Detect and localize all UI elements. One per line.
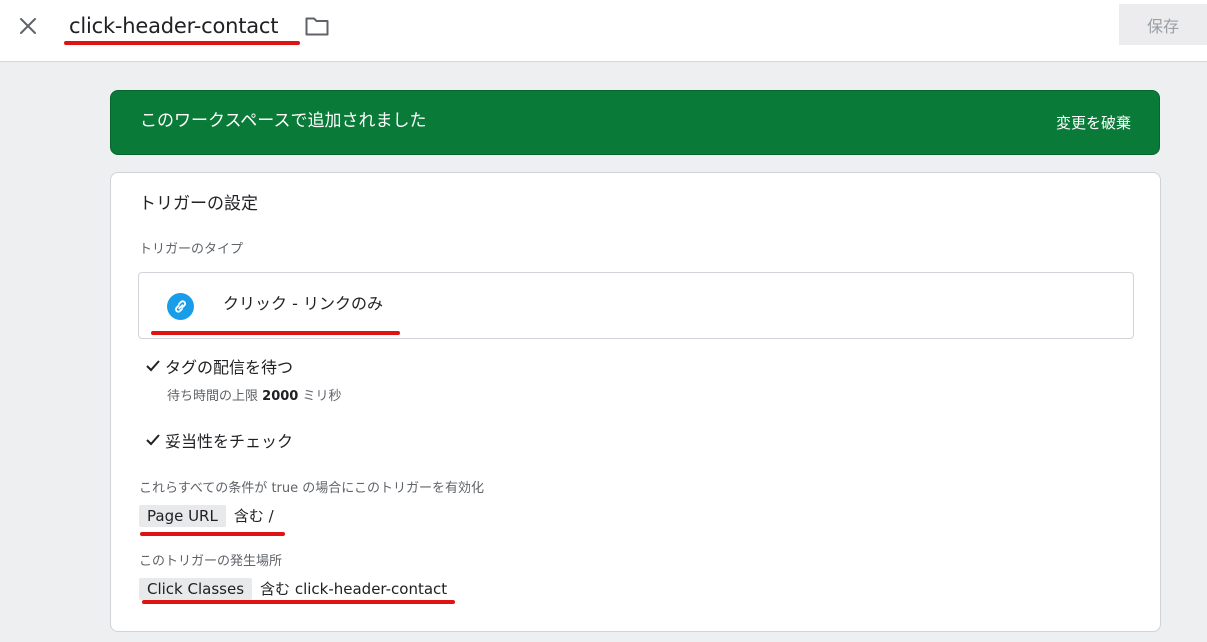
wait-time-note: 待ち時間の上限 2000 ミリ秒 xyxy=(167,388,342,406)
trigger-type-value: クリック - リンクのみ xyxy=(223,294,383,313)
fire-on-value: click-header-contact xyxy=(294,580,448,598)
trigger-config-card: トリガーの設定 トリガーのタイプ クリック - リンクのみ タグの配信を待つ 待… xyxy=(110,172,1161,632)
discard-changes-link[interactable]: 変更を破棄 xyxy=(1056,112,1131,134)
trigger-type-label: トリガーのタイプ xyxy=(139,242,244,257)
annotation-underline-fire-on xyxy=(142,600,455,604)
check-icon xyxy=(145,431,161,453)
option-label: タグの配信を待つ xyxy=(165,358,294,377)
option-label: 妥当性をチェック xyxy=(165,432,294,451)
annotation-underline-condition xyxy=(140,532,285,536)
annotation-underline-title xyxy=(64,41,300,45)
section-title: トリガーの設定 xyxy=(139,194,258,214)
trigger-name-title[interactable]: click-header-contact xyxy=(69,12,279,40)
fire-on-row: Click Classes 含む click-header-contact xyxy=(139,578,447,600)
wait-time-value: 2000 xyxy=(262,389,299,404)
annotation-underline-type xyxy=(151,331,400,335)
conditions-label: これらすべての条件が true の場合にこのトリガーを有効化 xyxy=(139,481,484,496)
trigger-type-selector[interactable]: クリック - リンクのみ xyxy=(138,272,1134,339)
folder-icon[interactable] xyxy=(304,14,330,38)
link-icon xyxy=(167,293,194,320)
option-check-validation: 妥当性をチェック xyxy=(145,431,293,453)
close-icon[interactable] xyxy=(14,12,42,40)
wait-note-prefix: 待ち時間の上限 xyxy=(167,389,259,404)
banner-message: このワークスペースで追加されました xyxy=(140,111,427,131)
check-icon xyxy=(145,357,161,379)
condition-variable-chip: Page URL xyxy=(139,505,226,527)
condition-row: Page URL 含む / xyxy=(139,505,274,527)
fire-on-operator: 含む xyxy=(260,580,291,598)
workspace-added-banner: このワークスペースで追加されました 変更を破棄 xyxy=(110,90,1160,155)
wait-note-suffix: ミリ秒 xyxy=(302,389,342,404)
condition-operator: 含む xyxy=(233,507,264,525)
option-wait-for-tags: タグの配信を待つ xyxy=(145,357,293,379)
save-button[interactable]: 保存 xyxy=(1119,4,1207,45)
fire-on-variable-chip: Click Classes xyxy=(139,578,253,600)
top-bar: click-header-contact 保存 xyxy=(0,0,1207,62)
condition-value: / xyxy=(268,507,274,525)
fire-on-label: このトリガーの発生場所 xyxy=(139,554,283,569)
